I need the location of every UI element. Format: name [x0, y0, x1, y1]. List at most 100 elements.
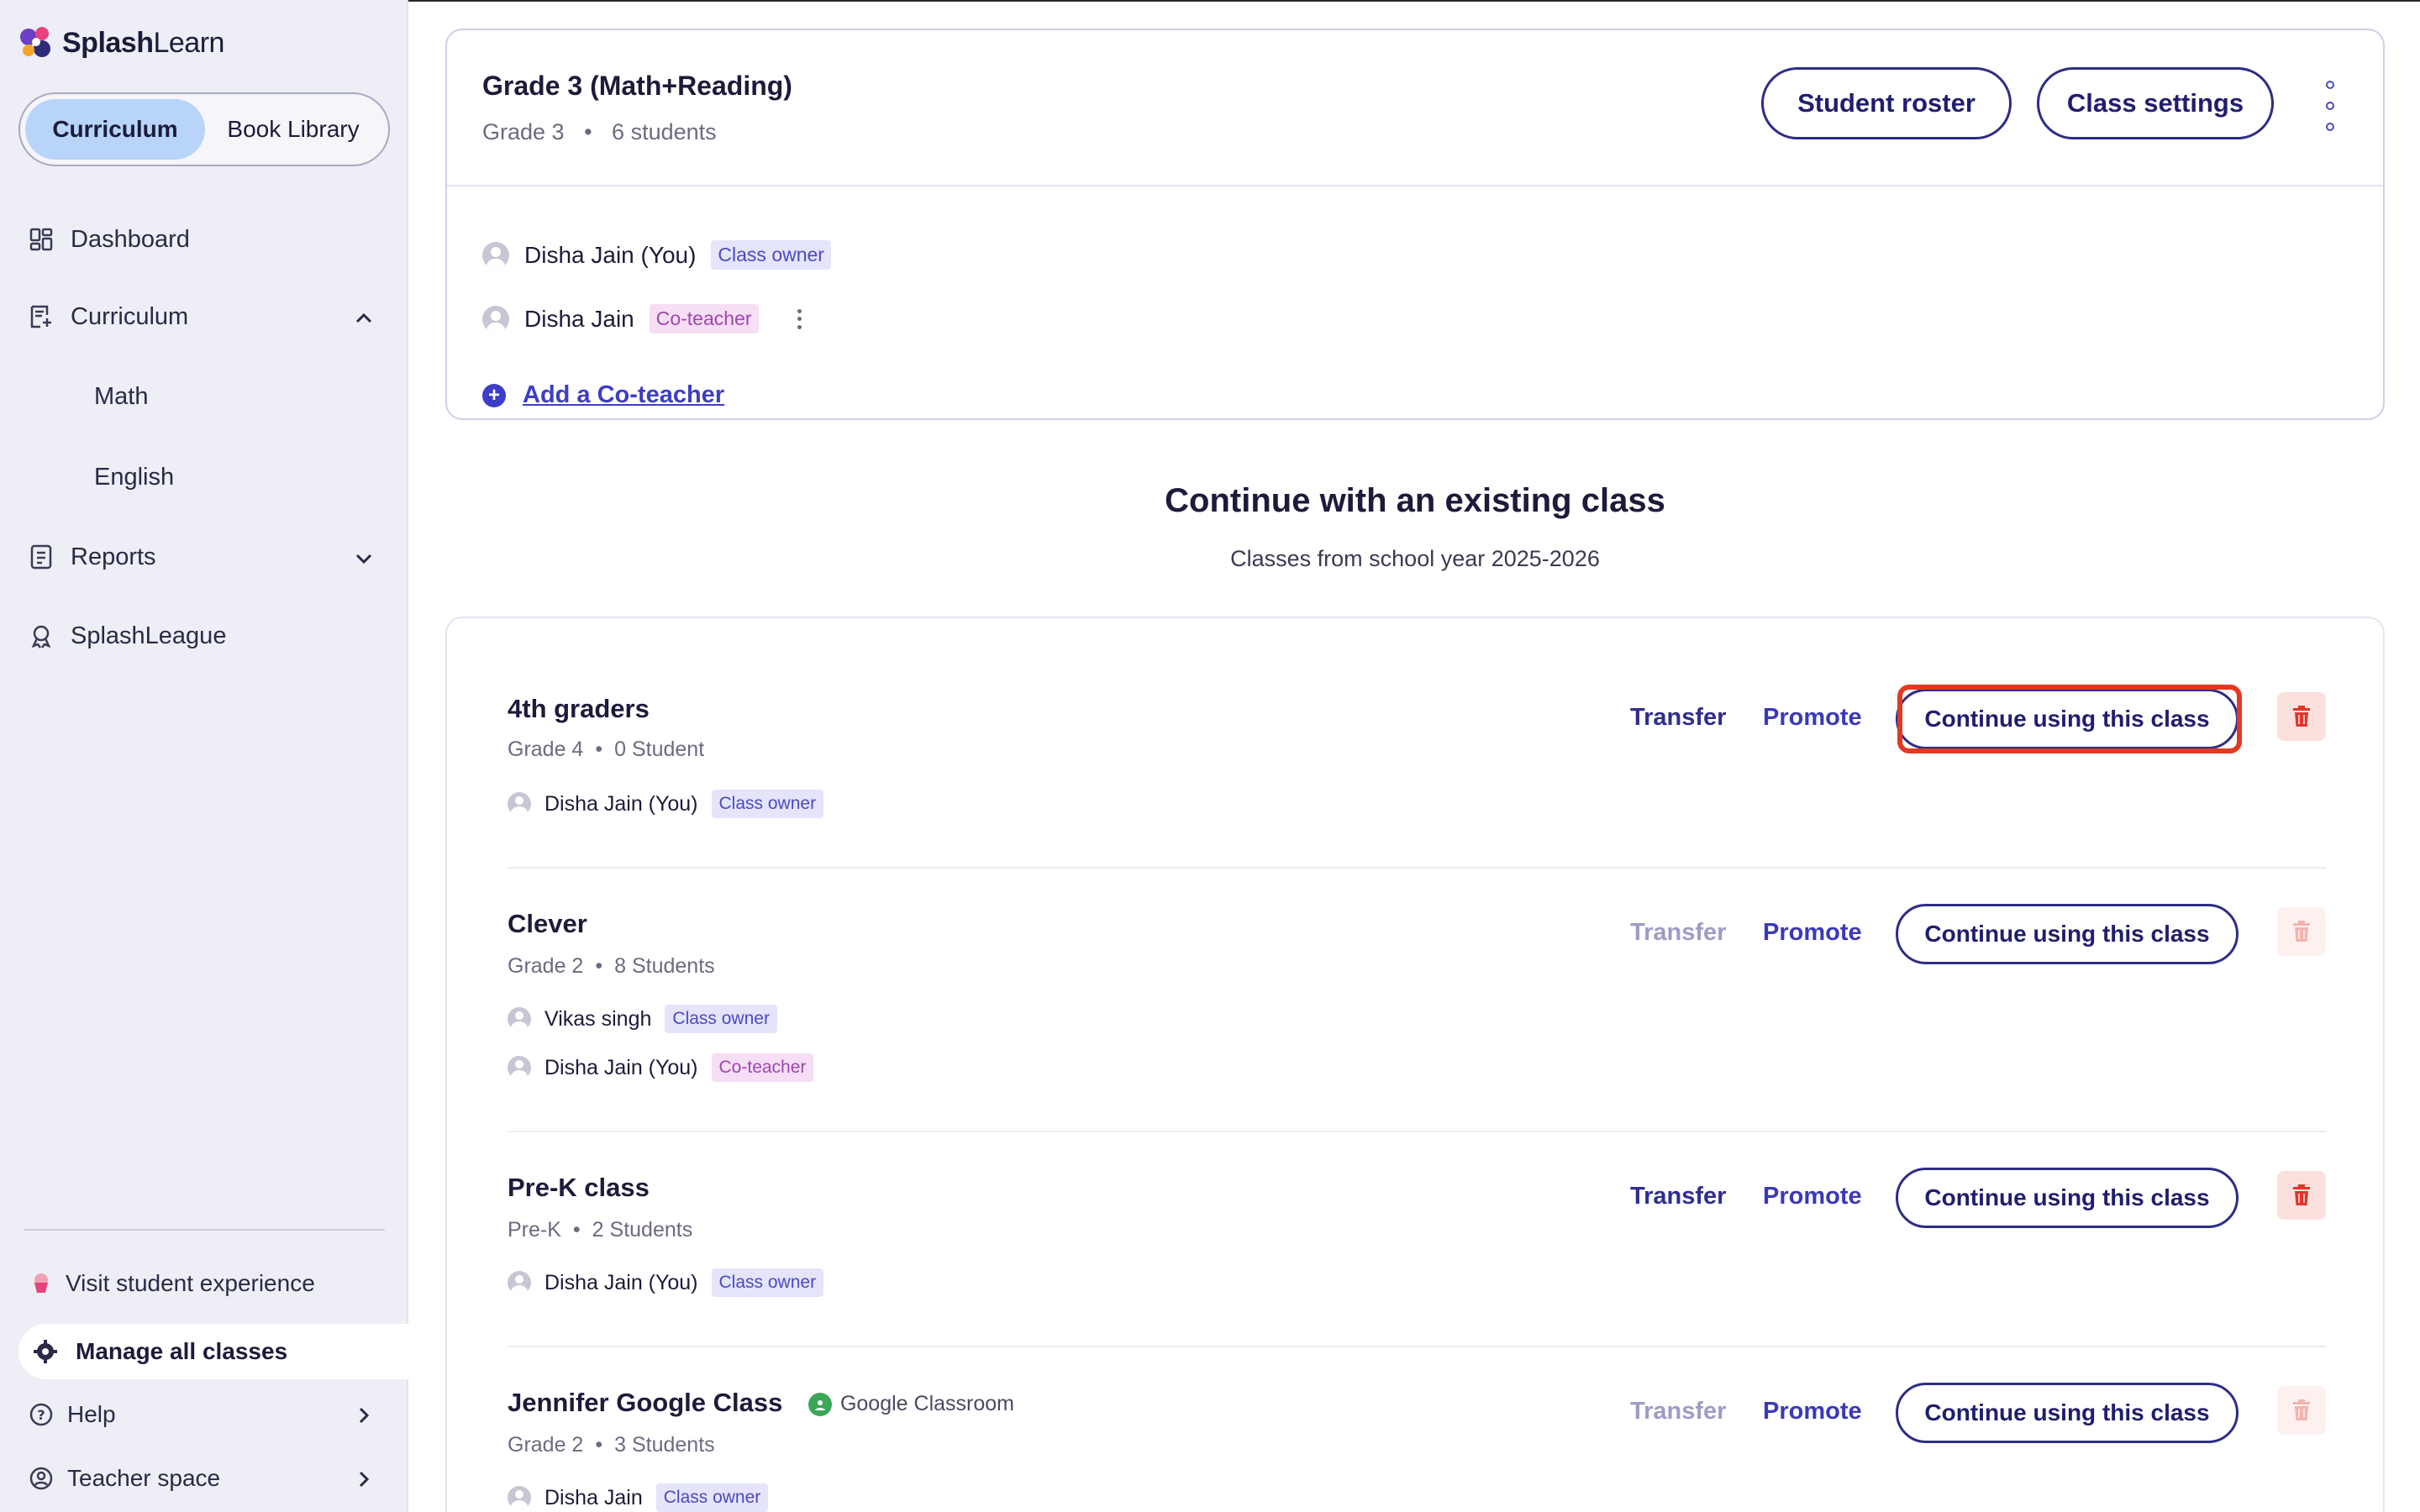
delete-class-button[interactable] [2277, 1386, 2326, 1435]
sidebar-item-math[interactable]: Math [94, 383, 148, 411]
visit-student-label: Visit student experience [66, 1270, 315, 1296]
sidebar-item-splashleague[interactable]: SplashLeague [27, 622, 226, 650]
manage-all-classes-item[interactable]: Manage all classes [18, 1324, 408, 1379]
sidebar-item-label: Reports [71, 543, 156, 570]
meta-separator: • [572, 1218, 581, 1242]
highlight-annotation [1897, 685, 2242, 753]
trash-icon [2293, 921, 2310, 942]
card-divider [447, 185, 2383, 186]
add-coteacher-link[interactable]: + Add a Co-teacher [482, 381, 724, 409]
class-meta: Grade 2 • 8 Students [508, 954, 715, 979]
class-meta: Grade 2 • 3 Students [508, 1433, 715, 1457]
sidebar-item-curriculum[interactable]: Curriculum [27, 302, 188, 331]
manage-all-classes-label: Manage all classes [76, 1338, 288, 1364]
segment-book-library[interactable]: Book Library [205, 99, 381, 160]
class-grade: Pre-K [508, 1218, 561, 1242]
transfer-button[interactable]: Transfer [1630, 704, 1726, 732]
chevron-down-icon[interactable] [350, 544, 378, 573]
brand-name-bold: Splash [62, 26, 154, 59]
transfer-button[interactable]: Transfer [1630, 1398, 1726, 1425]
sidebar-item-english[interactable]: English [94, 464, 174, 491]
teacher-row: Disha Jain (You) Class owner [508, 790, 824, 818]
continue-using-class-button[interactable]: Continue using this class [1896, 904, 2238, 964]
promote-button[interactable]: Promote [1763, 704, 1862, 732]
teacher-options-icon[interactable] [797, 308, 802, 329]
transfer-button[interactable]: Transfer [1630, 919, 1726, 947]
trash-icon [2293, 1184, 2310, 1205]
sidebar-item-teacher-space[interactable]: Teacher space [29, 1465, 220, 1492]
svg-text:?: ? [37, 1407, 45, 1423]
teacher-row: Disha Jain Class owner [508, 1483, 769, 1512]
row-divider [508, 867, 2326, 869]
help-icon: ? [29, 1403, 53, 1426]
teacher-avatar-icon [29, 1467, 53, 1490]
sidebar-item-help[interactable]: ? Help [29, 1401, 116, 1428]
class-meta: Pre-K • 2 Students [508, 1218, 692, 1242]
sidebar-item-label: SplashLeague [71, 622, 227, 649]
add-coteacher-label: Add a Co-teacher [523, 381, 725, 408]
meta-separator: • [595, 1433, 603, 1457]
teacher-row: Disha Jain (You) Class owner [482, 240, 831, 270]
class-grade: Grade 2 [508, 1433, 584, 1457]
plus-circle-icon: + [482, 383, 506, 407]
visit-student-experience-link[interactable]: Visit student experience [29, 1270, 315, 1297]
more-options-icon[interactable] [2317, 81, 2343, 131]
teacher-row: Vikas singh Class owner [508, 1005, 777, 1033]
avatar [508, 1056, 531, 1079]
current-class-card: Grade 3 (Math+Reading) Grade 3 • 6 stude… [445, 29, 2385, 420]
class-name: Clever [508, 909, 587, 938]
delete-class-button[interactable] [2277, 692, 2326, 741]
teacher-space-label: Teacher space [67, 1465, 221, 1491]
class-grade: Grade 2 [508, 954, 584, 978]
google-classroom-icon [808, 1392, 832, 1416]
class-name: 4th graders [508, 694, 650, 723]
sidebar-item-dashboard[interactable]: Dashboard [27, 225, 190, 254]
avatar [482, 305, 509, 333]
continue-using-class-button[interactable]: Continue using this class [1896, 1168, 2238, 1228]
teacher-name: Disha Jain [544, 1485, 643, 1509]
student-roster-button[interactable]: Student roster [1761, 67, 2012, 139]
brand-logo[interactable]: SplashLearn [17, 24, 224, 62]
google-classroom-label: Google Classroom [839, 1392, 1014, 1416]
chevron-up-icon[interactable] [350, 304, 378, 333]
co-teacher-badge: Co-teacher [711, 1053, 814, 1082]
teacher-name: Disha Jain (You) [524, 241, 697, 268]
meta-separator: • [595, 954, 603, 978]
league-icon [27, 622, 55, 650]
avatar [508, 792, 531, 816]
promote-button[interactable]: Promote [1763, 1398, 1862, 1425]
continue-using-class-button[interactable]: Continue using this class [1896, 1383, 2238, 1443]
class-owner-badge: Class owner [665, 1005, 777, 1033]
delete-class-button[interactable] [2277, 1171, 2326, 1220]
class-owner-badge: Class owner [711, 240, 831, 270]
row-divider [508, 1131, 2326, 1132]
trash-icon [2293, 1399, 2310, 1420]
row-divider [508, 1346, 2326, 1347]
sidebar-item-reports[interactable]: Reports [27, 543, 156, 571]
chevron-right-icon[interactable] [350, 1465, 378, 1494]
class-settings-button[interactable]: Class settings [2037, 67, 2274, 139]
class-row: Jennifer Google Class Google Classroom G… [508, 1383, 2326, 1512]
google-classroom-tag: Google Classroom [808, 1392, 1014, 1416]
class-row: Pre-K class Pre-K • 2 Students Disha Jain … [508, 1168, 2326, 1341]
promote-button[interactable]: Promote [1763, 919, 1862, 947]
brand-name-light: Learn [153, 26, 224, 59]
co-teacher-badge: Co-teacher [649, 304, 759, 333]
existing-classes-subtitle: Classes from school year 2025-2026 [1230, 546, 1600, 571]
teacher-name: Disha Jain (You) [544, 1055, 698, 1079]
segment-curriculum[interactable]: Curriculum [25, 99, 205, 160]
chevron-right-icon[interactable] [350, 1401, 378, 1430]
class-student-count: 2 Students [592, 1218, 693, 1242]
promote-button[interactable]: Promote [1763, 1183, 1862, 1210]
brand-name: SplashLearn [62, 27, 224, 60]
avatar [482, 241, 509, 269]
transfer-button[interactable]: Transfer [1630, 1183, 1726, 1210]
sidebar-item-label: Dashboard [71, 225, 190, 253]
class-name-text: Jennifer Google Class [508, 1388, 783, 1417]
help-label: Help [67, 1401, 116, 1427]
avatar [508, 1486, 531, 1509]
class-owner-badge: Class owner [655, 1483, 769, 1512]
avatar [508, 1007, 531, 1031]
teacher-name: Disha Jain [524, 305, 634, 332]
delete-class-button[interactable] [2277, 907, 2326, 956]
